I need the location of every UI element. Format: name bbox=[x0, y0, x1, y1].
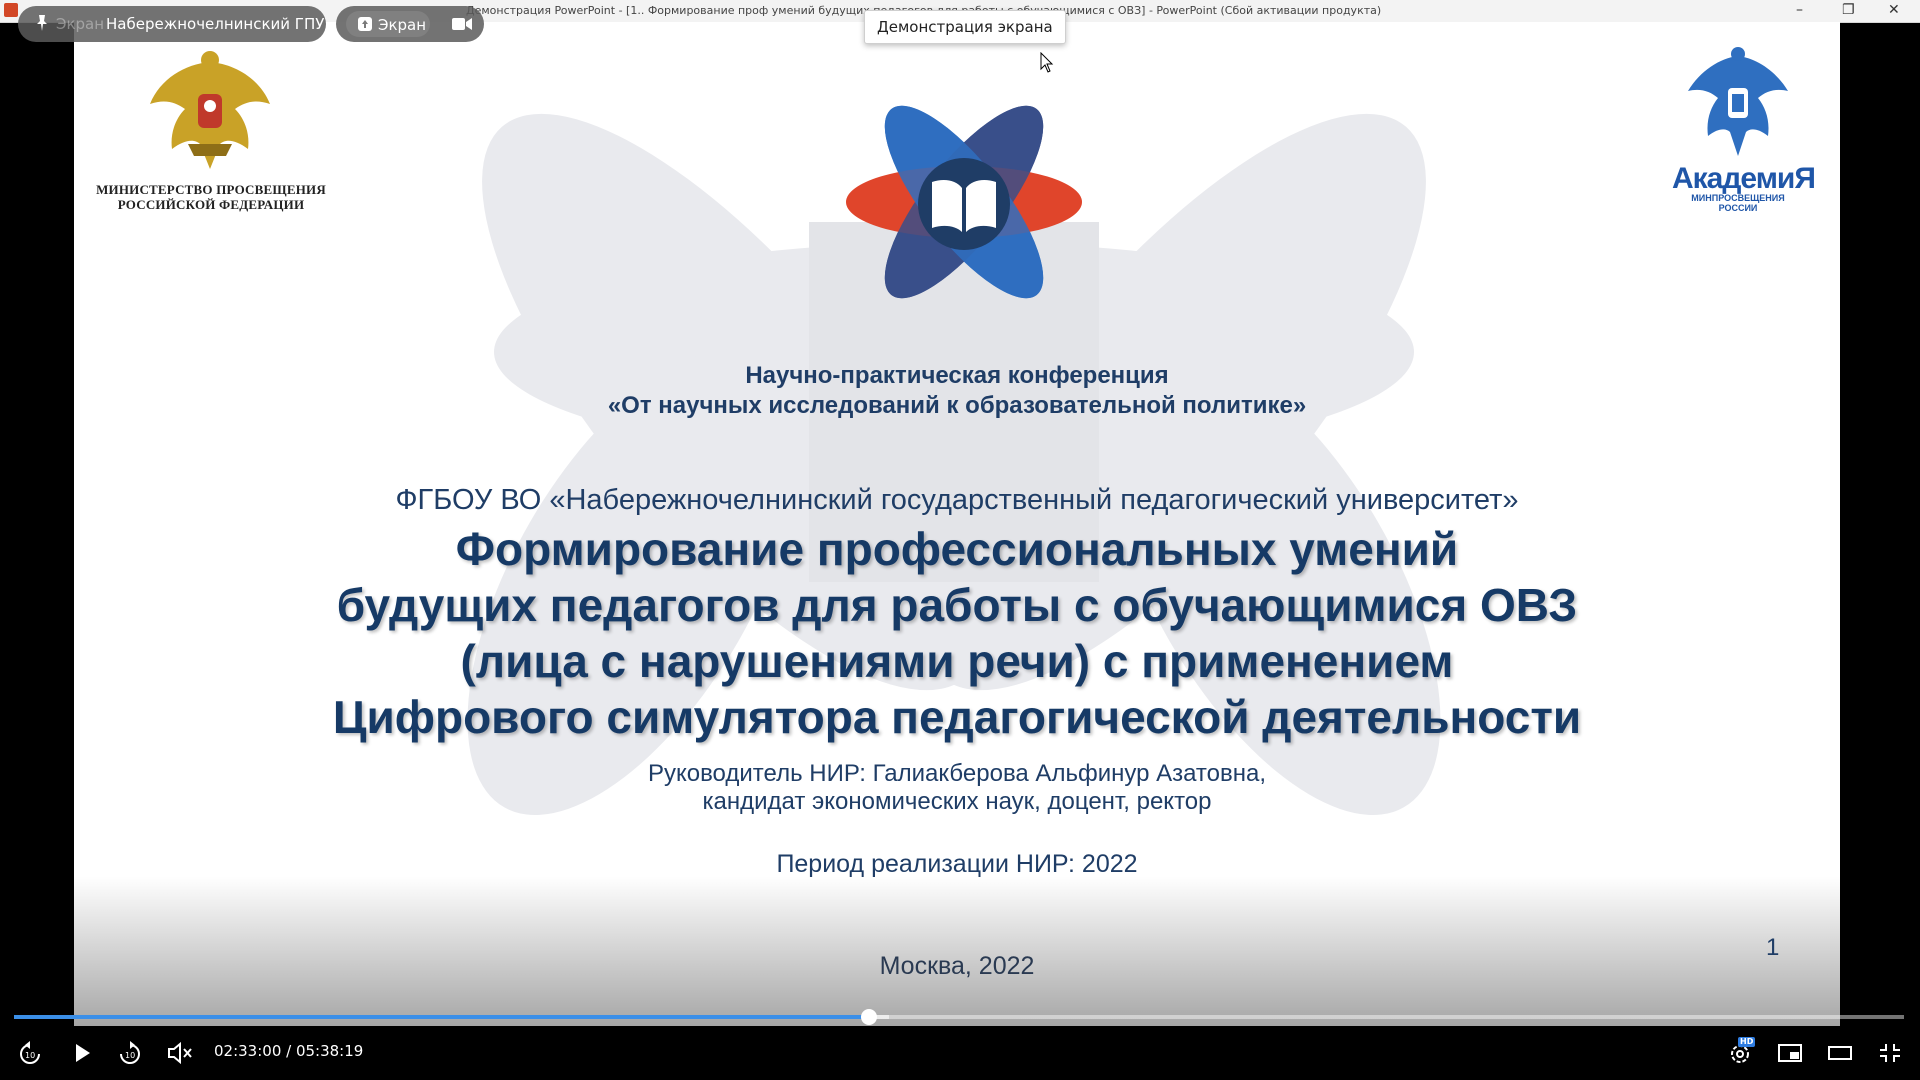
screen-share-tooltip: Демонстрация экрана bbox=[864, 10, 1066, 44]
ministry-caption: МИНИСТЕРСТВО ПРОСВЕЩЕНИЯ РОССИЙСКОЙ ФЕДЕ… bbox=[92, 182, 330, 212]
faded-screen-label: Экран bbox=[56, 15, 105, 33]
time-display: 02:33:00 / 05:38:19 bbox=[214, 1042, 364, 1060]
slide-bottom-shade bbox=[74, 876, 1840, 1026]
title-line-1: Формирование профессиональных умений bbox=[455, 523, 1459, 575]
conference-subtitle: «От научных исследований к образовательн… bbox=[607, 392, 1307, 419]
mute-icon[interactable] bbox=[166, 1040, 194, 1066]
hd-badge: HD bbox=[1738, 1037, 1756, 1047]
picture-in-picture-icon[interactable] bbox=[1776, 1040, 1804, 1066]
minimize-button[interactable]: – bbox=[1796, 2, 1803, 18]
theater-mode-icon[interactable] bbox=[1826, 1040, 1854, 1066]
svg-text:10: 10 bbox=[25, 1051, 35, 1060]
play-icon[interactable] bbox=[68, 1040, 96, 1066]
camera-icon[interactable] bbox=[452, 17, 472, 31]
screen-share-icon bbox=[358, 17, 372, 31]
exit-fullscreen-icon[interactable] bbox=[1876, 1040, 1904, 1066]
screen-label: Экран bbox=[378, 16, 427, 34]
rewind-10-icon[interactable]: 10 bbox=[16, 1040, 44, 1066]
close-button[interactable]: ✕ bbox=[1888, 2, 1900, 18]
pin-icon[interactable] bbox=[34, 14, 50, 32]
powerpoint-app-icon bbox=[4, 3, 18, 17]
organizer-pill[interactable]: Экран Набережночелнинский ГПУ bbox=[18, 6, 326, 42]
player-controls: 10 10 02:33:00 / 05:38:19 HD bbox=[0, 1026, 1920, 1080]
ministry-line-2: РОССИЙСКОЙ ФЕДЕРАЦИИ bbox=[117, 197, 305, 212]
academy-subtitle: МИНПРОСВЕЩЕНИЯ РОССИИ bbox=[1691, 193, 1785, 213]
forward-10-icon[interactable]: 10 bbox=[116, 1040, 144, 1066]
screen-share-pill[interactable]: Экран bbox=[336, 6, 484, 42]
svg-text:10: 10 bbox=[125, 1051, 135, 1060]
academy-name: АкадемиЯ bbox=[1672, 162, 1816, 195]
presentation-slide: МИНИСТЕРСТВО ПРОСВЕЩЕНИЯ РОССИЙСКОЙ ФЕДЕ… bbox=[74, 22, 1840, 1026]
university-name: ФГБОУ ВО «Набережночелнинский государств… bbox=[395, 484, 1519, 516]
conference-logo-icon bbox=[846, 105, 1082, 299]
title-line-2: будущих педагогов для работы с обучающим… bbox=[336, 579, 1578, 631]
supervisor-name: Руководитель НИР: Галиакберова Альфинур … bbox=[647, 760, 1267, 787]
title-line-3: (лица с нарушениями речи) с применением bbox=[460, 635, 1454, 687]
mouse-cursor-icon bbox=[1040, 52, 1054, 73]
restore-button[interactable]: ❐ bbox=[1842, 2, 1855, 18]
slide-number: 1 bbox=[1766, 934, 1780, 961]
organizer-name: Набережночелнинский ГПУ bbox=[106, 15, 325, 33]
conference-title: Научно-практическая конференция bbox=[745, 362, 1169, 389]
city-year: Москва, 2022 bbox=[879, 952, 1035, 980]
research-period: Период реализации НИР: 2022 bbox=[776, 850, 1138, 878]
supervisor-degree: кандидат экономических наук, доцент, рек… bbox=[702, 788, 1212, 815]
academy-eagle-icon bbox=[1688, 47, 1788, 156]
ministry-emblem-icon bbox=[150, 51, 270, 169]
ministry-line-1: МИНИСТЕРСТВО ПРОСВЕЩЕНИЯ bbox=[96, 182, 326, 197]
progress-bar[interactable] bbox=[14, 1009, 1904, 1025]
progress-played bbox=[14, 1015, 870, 1019]
screen-badge[interactable]: Экран bbox=[346, 11, 430, 37]
title-line-4: Цифрового симулятора педагогической деят… bbox=[332, 691, 1582, 743]
